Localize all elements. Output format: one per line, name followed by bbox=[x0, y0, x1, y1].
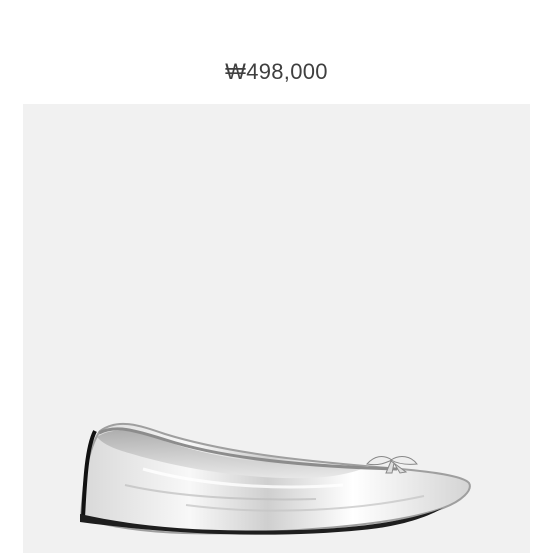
product-title-cut-off: … bbox=[0, 0, 553, 4]
product-image[interactable] bbox=[23, 104, 530, 553]
silver-ballet-flat-icon bbox=[79, 422, 471, 535]
product-page: … ₩498,000 bbox=[0, 0, 553, 553]
product-price: ₩498,000 bbox=[225, 59, 328, 84]
